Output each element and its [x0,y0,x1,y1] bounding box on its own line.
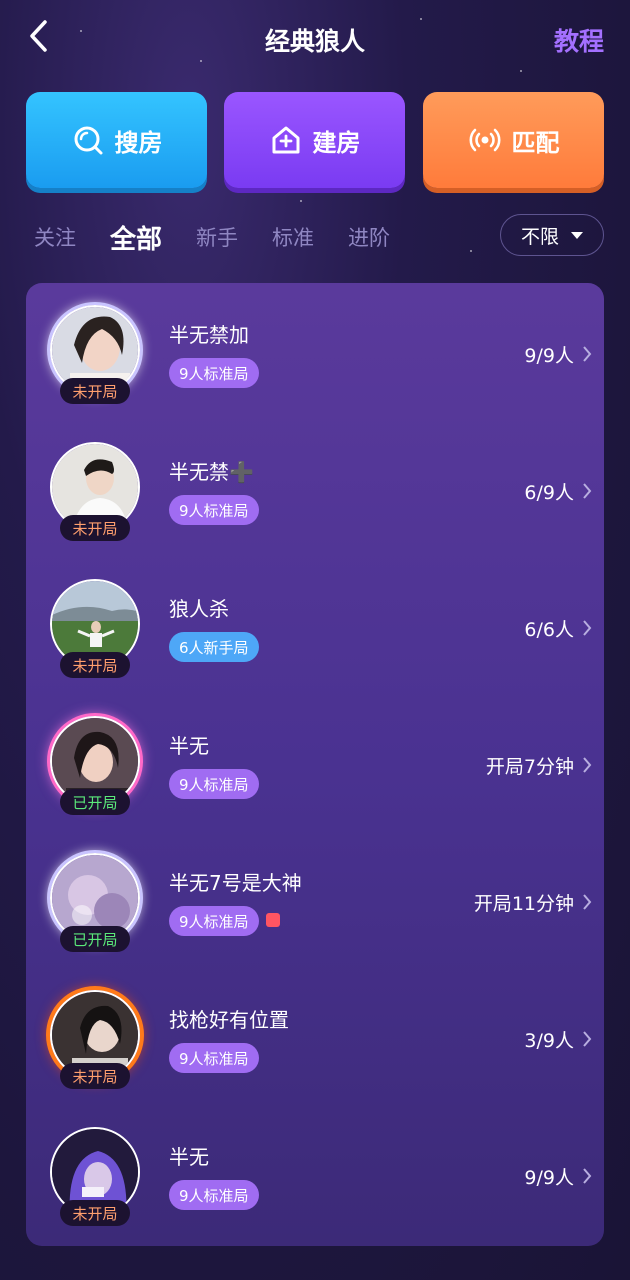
player-count: 9/9人 [524,345,574,367]
chevron-right-icon [583,1031,592,1047]
avatar-container: 未开局 [48,988,144,1092]
chevron-right-icon [583,757,592,773]
status-badge: 未开局 [60,1200,130,1226]
match-label: 匹配 [511,128,560,157]
tab-newbie[interactable]: 新手 [196,222,238,252]
room-type-tag: 9人标准局 [169,906,259,936]
room-type-tag: 9人标准局 [169,769,259,799]
room-type-tag: 9人标准局 [169,1043,259,1073]
avatar-container: 已开局 [48,714,144,818]
room-list: 未开局 半无禁加 9人标准局 9/9人 未开局 半无禁➕ 9人标准局 6/9人 … [26,283,604,1246]
caret-down-icon [571,231,583,239]
room-name: 半无 [169,1145,209,1169]
tutorial-link[interactable]: 教程 [554,22,604,58]
room-name: 半无禁加 [169,323,249,347]
status-badge: 已开局 [60,789,130,815]
room-name: 半无 [169,734,209,758]
alarm-clock-icon [266,913,280,927]
broadcast-icon [469,128,500,152]
room-row[interactable]: 已开局 半无7号是大神 9人标准局 开局11分钟 [26,831,604,968]
search-room-button[interactable]: 搜房 [26,92,207,188]
room-row[interactable]: 已开局 半无 9人标准局 开局7分钟 [26,694,604,831]
player-count: 6/9人 [524,482,574,504]
status-badge: 已开局 [60,926,130,952]
filter-label: 不限 [520,225,559,248]
search-icon [74,126,102,155]
app-header: 经典狼人 教程 [0,0,630,76]
room-name: 半无7号是大神 [169,871,302,895]
avatar-container: 未开局 [48,440,144,544]
room-type-tag: 6人新手局 [169,632,259,662]
avatar-container: 未开局 [48,577,144,681]
avatar-container: 已开局 [48,851,144,955]
search-room-label: 搜房 [114,128,163,157]
status-badge: 未开局 [60,515,130,541]
category-tabs: 关注 全部 新手 标准 进阶 [34,212,424,262]
room-row[interactable]: 未开局 半无禁加 9人标准局 9/9人 [26,283,604,420]
avatar-container: 未开局 [48,303,144,407]
room-row[interactable]: 未开局 狼人杀 6人新手局 6/6人 [26,557,604,694]
status-badge: 未开局 [60,1063,130,1089]
room-type-tag: 9人标准局 [169,358,259,388]
room-type-tag: 9人标准局 [169,1180,259,1210]
status-badge: 未开局 [60,378,130,404]
tab-following[interactable]: 关注 [34,222,76,252]
create-room-label: 建房 [312,128,361,157]
avatar-container: 未开局 [48,1125,144,1229]
status-badge: 未开局 [60,652,130,678]
filter-dropdown[interactable]: 不限 [500,214,604,256]
house-plus-icon [272,126,299,154]
chevron-right-icon [583,1168,592,1184]
tab-standard[interactable]: 标准 [272,222,314,252]
chevron-right-icon [583,894,592,910]
tab-advanced[interactable]: 进阶 [348,222,390,252]
room-type-tag: 9人标准局 [169,495,259,525]
chevron-right-icon [583,620,592,636]
game-duration: 开局11分钟 [473,893,574,915]
game-duration: 开局7分钟 [485,756,574,778]
room-name: 狼人杀 [169,597,229,621]
chevron-right-icon [583,483,592,499]
player-count: 3/9人 [524,1030,574,1052]
room-row[interactable]: 未开局 半无禁➕ 9人标准局 6/9人 [26,420,604,557]
room-name: 找枪好有位置 [169,1008,289,1032]
room-row[interactable]: 未开局 找枪好有位置 9人标准局 3/9人 [26,968,604,1105]
match-button[interactable]: 匹配 [423,92,604,188]
room-row[interactable]: 未开局 半无 9人标准局 9/9人 [26,1105,604,1242]
tab-all[interactable]: 全部 [110,219,162,256]
create-room-button[interactable]: 建房 [224,92,405,188]
player-count: 6/6人 [524,619,574,641]
chevron-right-icon [583,346,592,362]
player-count: 9/9人 [524,1167,574,1189]
page-title: 经典狼人 [264,27,365,56]
action-buttons: 搜房 建房 匹配 [26,92,604,190]
room-name: 半无禁➕ [169,460,254,484]
